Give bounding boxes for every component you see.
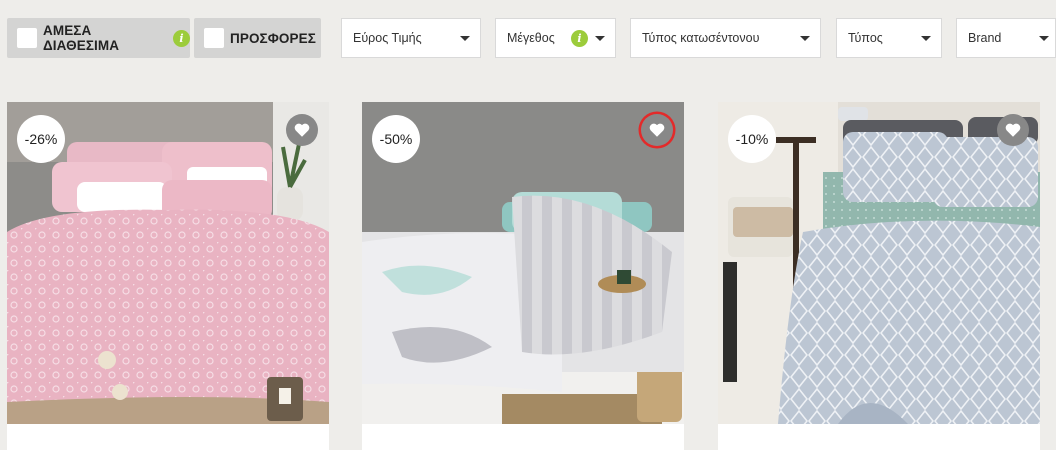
price-range-dropdown[interactable]: Εύρος Τιμής [341,18,481,58]
discount-badge: -26% [17,115,65,163]
heart-icon [294,123,310,137]
size-label: Μέγεθος [507,31,555,45]
available-now-checkbox[interactable] [17,28,37,48]
size-dropdown[interactable]: Μέγεθος i [495,18,616,58]
product-card[interactable]: -50% [362,102,684,450]
product-card[interactable]: -10% [718,102,1040,450]
favorite-button[interactable] [641,114,673,146]
chevron-down-icon [595,36,605,41]
offers-checkbox[interactable] [204,28,224,48]
offers-filter[interactable]: ΠΡΟΣΦΟΡΕΣ [194,18,321,58]
favorite-button[interactable] [286,114,318,146]
discount-badge: -50% [372,115,420,163]
sheet-type-label: Τύπος κατωσέντονου [642,31,760,45]
type-label: Τύπος [848,31,883,45]
heart-icon [649,123,665,137]
price-range-label: Εύρος Τιμής [353,31,422,45]
available-now-label: ΑΜΕΣΑ ΔΙΑΘΕΣΙΜΑ [43,23,120,53]
brand-label: Brand [968,31,1002,45]
chevron-down-icon [800,36,810,41]
discount-badge: -10% [728,115,776,163]
product-card[interactable]: -26% [7,102,329,450]
chevron-down-icon [460,36,470,41]
info-icon[interactable]: i [571,30,588,47]
sheet-type-dropdown[interactable]: Τύπος κατωσέντονου [630,18,821,58]
type-dropdown[interactable]: Τύπος [836,18,942,58]
info-icon[interactable]: i [173,29,190,47]
favorite-button[interactable] [997,114,1029,146]
available-now-filter[interactable]: ΑΜΕΣΑ ΔΙΑΘΕΣΙΜΑ i [7,18,190,58]
chevron-down-icon [1039,36,1049,41]
offers-label: ΠΡΟΣΦΟΡΕΣ [230,30,316,46]
brand-dropdown[interactable]: Brand [956,18,1056,58]
heart-icon [1005,123,1021,137]
chevron-down-icon [921,36,931,41]
